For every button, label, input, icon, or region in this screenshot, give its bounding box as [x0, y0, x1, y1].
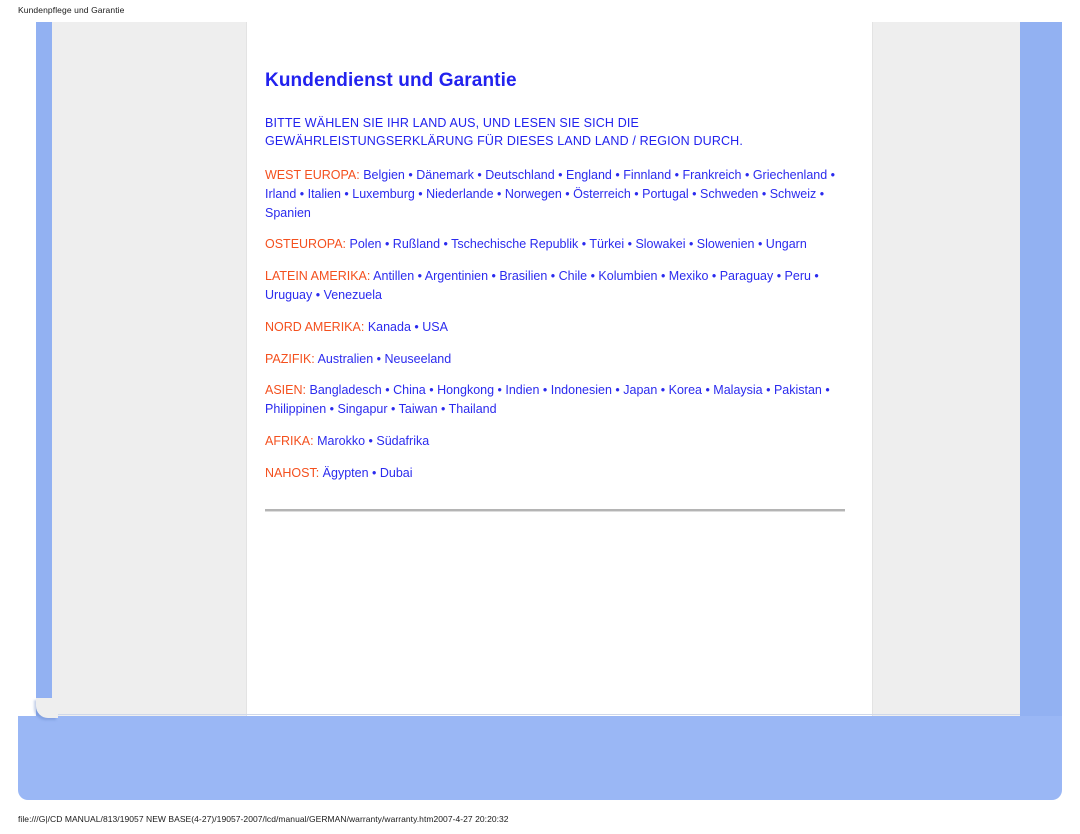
region-label: OSTEUROPA:	[265, 237, 347, 252]
region-countries[interactable]: Kanada • USA	[368, 320, 448, 334]
region-pazifik: PAZIFIK: Australien • Neuseeland	[265, 350, 855, 369]
region-nahost: NAHOST: Ägypten • Dubai	[265, 464, 855, 483]
region-west-europa: WEST EUROPA: Belgien • Dänemark • Deutsc…	[265, 166, 855, 222]
lead-line-1: BITTE WÄHLEN SIE IHR LAND AUS, UND LESEN…	[265, 116, 640, 130]
left-blue-rail	[36, 22, 52, 716]
region-label: PAZIFIK:	[265, 351, 315, 366]
lead-line-2: GEWÄHRLEISTUNGSERKLÄRUNG FÜR DIESES LAND…	[265, 134, 743, 148]
region-latein-amerika: LATEIN AMERIKA: Antillen • Argentinien •…	[265, 267, 855, 305]
region-label: ASIEN:	[265, 383, 306, 398]
region-countries[interactable]: Ägypten • Dubai	[323, 466, 413, 480]
region-label: AFRIKA:	[265, 433, 314, 448]
region-countries[interactable]: Bangladesch • China • Hongkong • Indien …	[265, 383, 830, 416]
right-blue-rail	[1020, 22, 1062, 716]
print-footer-path: file:///G|/CD MANUAL/813/19057 NEW BASE(…	[18, 814, 509, 824]
region-countries[interactable]: Australien • Neuseeland	[318, 352, 452, 366]
sheet-bottom-rule	[52, 714, 1020, 715]
region-asien: ASIEN: Bangladesch • China • Hongkong • …	[265, 381, 855, 419]
region-label: NORD AMERIKA:	[265, 319, 365, 334]
region-label: WEST EUROPA:	[265, 168, 360, 182]
warranty-article: Kundendienst und Garantie BITTE WÄHLEN S…	[265, 70, 855, 512]
page-frame: Kundendienst und Garantie BITTE WÄHLEN S…	[18, 22, 1062, 800]
lead-paragraph: BITTE WÄHLEN SIE IHR LAND AUS, UND LESEN…	[265, 114, 855, 150]
region-countries[interactable]: Polen • Rußland • Tschechische Republik …	[350, 237, 807, 251]
region-list: WEST EUROPA: Belgien • Dänemark • Deutsc…	[265, 166, 855, 483]
page-title: Kundendienst und Garantie	[265, 70, 517, 91]
region-afrika: AFRIKA: Marokko • Südafrika	[265, 432, 855, 451]
region-label: LATEIN AMERIKA:	[265, 269, 371, 284]
region-countries[interactable]: Marokko • Südafrika	[317, 434, 429, 448]
content-divider	[265, 508, 845, 512]
region-nord-amerika: NORD AMERIKA: Kanada • USA	[265, 318, 855, 337]
region-osteuropa: OSTEUROPA: Polen • Rußland • Tschechisch…	[265, 235, 855, 254]
region-label: NAHOST:	[265, 465, 320, 480]
print-header-breadcrumb: Kundenpflege und Garantie	[18, 5, 125, 15]
plate-bottom-left-corner	[36, 698, 58, 718]
